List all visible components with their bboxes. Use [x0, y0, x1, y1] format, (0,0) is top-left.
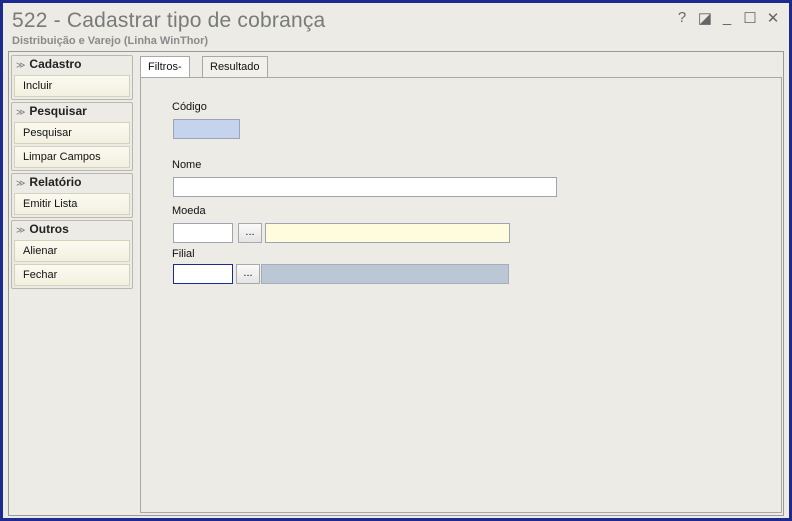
chevron-collapse-icon: ≫ — [16, 225, 26, 235]
group-relatorio: ≫ Relatório Emitir Lista — [11, 173, 133, 218]
filial-lookup-button[interactable]: ... — [236, 264, 260, 284]
group-cadastro: ≫ Cadastro Incluir — [11, 55, 133, 100]
group-title: Pesquisar — [29, 104, 87, 118]
close-button[interactable]: ✕ — [765, 9, 781, 27]
codigo-label: Código — [172, 101, 207, 113]
nome-label: Nome — [172, 159, 202, 171]
group-pesquisar: ≫ Pesquisar Pesquisar Limpar Campos — [11, 102, 133, 171]
group-title: Cadastro — [29, 57, 82, 71]
group-header-cadastro[interactable]: ≫ Cadastro — [12, 56, 132, 73]
group-header-pesquisar[interactable]: ≫ Pesquisar — [12, 103, 132, 120]
nome-input[interactable] — [173, 177, 557, 197]
minimize-button[interactable]: _ — [719, 9, 735, 26]
fechar-button[interactable]: Fechar — [14, 264, 130, 286]
tab-filtros[interactable]: Filtros-F5 — [140, 56, 190, 93]
limpar-campos-button[interactable]: Limpar Campos — [14, 146, 130, 168]
moeda-code-input[interactable] — [173, 223, 233, 243]
window-title: 522 - Cadastrar tipo de cobrança — [12, 9, 326, 32]
moeda-lookup-button[interactable]: ... — [238, 223, 262, 243]
action-sidebar: ≫ Cadastro Incluir ≫ Pesquisar Pesquisar L… — [11, 55, 133, 291]
group-outros: ≫ Outros Alienar Fechar — [11, 220, 133, 289]
pesquisar-button[interactable]: Pesquisar — [14, 122, 130, 144]
filters-panel: Código Nome Moeda ... Filial ... — [140, 77, 782, 513]
incluir-button[interactable]: Incluir — [14, 75, 130, 97]
maximize-button[interactable]: ☐ — [742, 9, 758, 27]
chevron-collapse-icon: ≫ — [16, 60, 26, 70]
filial-description-field — [261, 264, 509, 284]
tab-resultado-pesquisa[interactable]: Resultado da Pesquisa-F6 — [202, 56, 268, 133]
help-button[interactable]: ? — [674, 9, 690, 26]
chevron-collapse-icon: ≫ — [16, 178, 26, 188]
client-area: ≫ Cadastro Incluir ≫ Pesquisar Pesquisar L… — [8, 51, 784, 516]
moeda-label: Moeda — [172, 205, 206, 217]
group-header-relatorio[interactable]: ≫ Relatório — [12, 174, 132, 191]
filial-label: Filial — [172, 248, 195, 260]
title-bar: 522 - Cadastrar tipo de cobrança Distrib… — [3, 3, 789, 51]
moeda-description-field — [265, 223, 510, 243]
window-subtitle: Distribuição e Varejo (Linha WinThor) — [12, 35, 209, 47]
group-title: Relatório — [29, 175, 82, 189]
codigo-input[interactable] — [173, 119, 240, 139]
chevron-collapse-icon: ≫ — [16, 107, 26, 117]
filial-code-input[interactable] — [173, 264, 233, 284]
group-header-outros[interactable]: ≫ Outros — [12, 221, 132, 238]
alienar-button[interactable]: Alienar — [14, 240, 130, 262]
main-window: 522 - Cadastrar tipo de cobrança Distrib… — [0, 0, 792, 521]
emitir-lista-button[interactable]: Emitir Lista — [14, 193, 130, 215]
group-title: Outros — [29, 222, 69, 236]
restore-panel-button[interactable]: ◪ — [697, 9, 713, 27]
